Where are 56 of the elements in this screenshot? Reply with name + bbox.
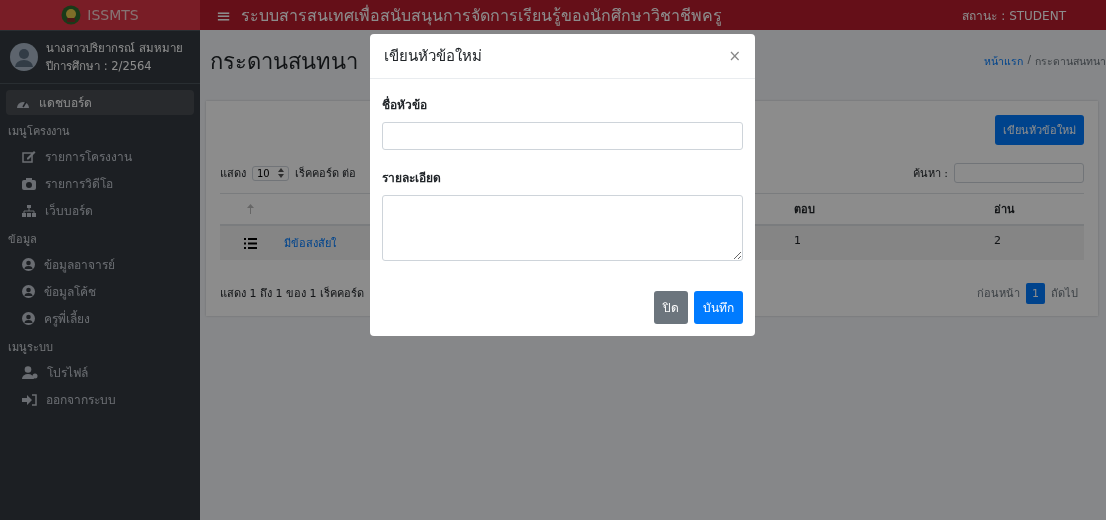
select-arrows-icon bbox=[277, 167, 284, 178]
sign-out-icon bbox=[22, 393, 37, 406]
app-title: ระบบสารสนเทศเพื่อสนับสนุนการจัดการเรียนรู้ของนักศึกษาวิชาชีพครู bbox=[241, 4, 724, 28]
user-circle-icon bbox=[22, 312, 35, 325]
field-label: รายละเอียด bbox=[382, 170, 442, 187]
page-title: กระดานสนทนา bbox=[210, 48, 358, 76]
menu-button[interactable]: ≡ bbox=[216, 4, 232, 26]
sidebar-item[interactable]: ข้อมูลโค้ช bbox=[6, 279, 194, 304]
search-field[interactable] bbox=[954, 163, 1084, 183]
academic-year: ปีการศึกษา : 2/2564 bbox=[46, 58, 153, 75]
edit-icon bbox=[22, 150, 36, 163]
sidebar-item[interactable]: รายการวิดีโอ bbox=[6, 171, 194, 196]
save-button[interactable]: บันทึก bbox=[694, 291, 743, 324]
table-cell: 1 bbox=[790, 226, 990, 260]
breadcrumb-link[interactable]: หน้าแรก bbox=[984, 53, 1024, 70]
user-name: นางสาวปริยากรณ์ สมหมาย bbox=[46, 40, 183, 57]
topic-title-field[interactable] bbox=[382, 122, 743, 150]
table-info: แสดง 1 ถึง 1 ของ 1 เร็คคอร์ด bbox=[220, 285, 364, 302]
list-icon bbox=[243, 237, 257, 249]
breadcrumb-separator: / bbox=[1027, 53, 1031, 67]
field-label: ชื่อหัวข้อ bbox=[382, 95, 428, 114]
search-label: ค้นหา : bbox=[912, 166, 948, 182]
sidebar-item[interactable]: แดชบอร์ด bbox=[6, 90, 194, 115]
details-field[interactable] bbox=[382, 195, 743, 261]
sidebar-item[interactable]: โปรไฟล์ bbox=[6, 360, 194, 385]
breadcrumb-current: กระดานสนทนา bbox=[1035, 54, 1106, 69]
user-cog-icon bbox=[22, 366, 38, 379]
sidebar-section-label: เมนูโครงงาน bbox=[7, 124, 71, 140]
dialog-title: เขียนหัวข้อใหม่ bbox=[384, 46, 482, 67]
sitemap-icon bbox=[22, 204, 36, 217]
brand-name: ISSMTS bbox=[87, 7, 139, 23]
pagination-button[interactable]: ก่อนหน้า bbox=[971, 280, 1026, 306]
sidebar-section-label: เมนูระบบ bbox=[7, 340, 54, 356]
table-cell: 2 bbox=[990, 226, 1084, 260]
sidebar-item[interactable]: เว็บบอร์ด bbox=[6, 198, 194, 223]
close-button[interactable]: × bbox=[728, 47, 741, 65]
sidebar-item[interactable]: ครูพี่เลี้ยง bbox=[6, 306, 194, 331]
close-dialog-button[interactable]: ปิด bbox=[654, 291, 688, 324]
page-length-select[interactable]: 10 bbox=[252, 165, 289, 181]
pagination-button[interactable]: ถัดไป bbox=[1045, 280, 1084, 306]
sidebar-item[interactable]: ข้อมูลอาจารย์ bbox=[6, 252, 194, 277]
user-status: สถานะ : STUDENT bbox=[962, 7, 1066, 25]
sidebar-item[interactable]: ออกจากระบบ bbox=[6, 387, 194, 412]
new-topic-button[interactable]: เขียนหัวข้อใหม่ bbox=[995, 115, 1084, 145]
camera-icon bbox=[22, 177, 36, 190]
sidebar-section-label: ข้อมูล bbox=[7, 232, 38, 248]
pagination-button[interactable]: 1 bbox=[1026, 282, 1045, 304]
user-circle-icon bbox=[22, 285, 35, 298]
topic-link[interactable]: มีข้อสงสัยใ bbox=[284, 237, 336, 250]
sidebar-item[interactable]: รายการโครงงาน bbox=[6, 144, 194, 169]
logo-icon bbox=[61, 5, 82, 25]
show-label: แสดง bbox=[220, 166, 246, 182]
user-circle-icon bbox=[22, 258, 35, 271]
avatar-icon bbox=[10, 43, 38, 71]
records-per-page-label: เร็คคอร์ด ต่อ bbox=[294, 165, 357, 182]
sort-icon[interactable] bbox=[246, 204, 254, 214]
